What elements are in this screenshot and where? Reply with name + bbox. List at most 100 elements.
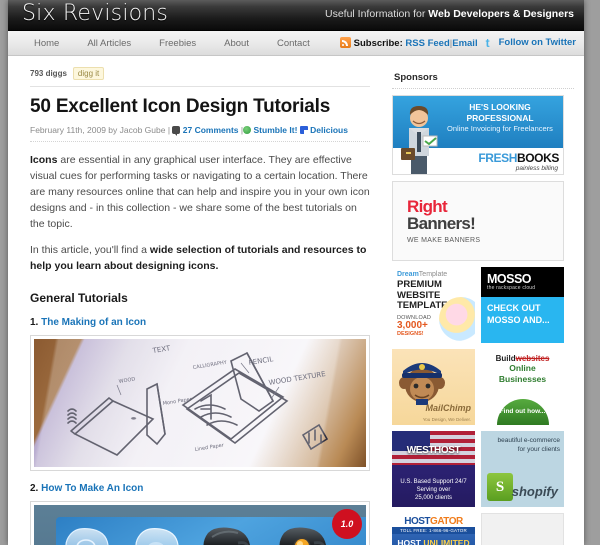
build-online-line1: Buildwebsites: [481, 354, 564, 363]
digg-it-button[interactable]: digg it: [72, 67, 105, 80]
tagline-plain: Useful Information for: [325, 8, 429, 20]
ad-mailchimp[interactable]: MailChimp You Design, We Deliver.: [392, 349, 475, 425]
shopify-line2: for your clients: [517, 446, 560, 453]
svg-text:TEXT: TEXT: [151, 344, 171, 355]
freshbooks-slogan: painless billing: [515, 165, 558, 172]
paragraph-1-rest: are essential in any graphical user inte…: [30, 154, 370, 230]
post-date-author: February 11th, 2009 by Jacob Gube |: [30, 125, 171, 135]
monkey-mascot-icon: [399, 363, 445, 405]
mosso-tagline: the rackspace cloud: [487, 285, 536, 291]
delicious-link[interactable]: Delicious: [310, 125, 348, 135]
sidebar-divider: [392, 88, 574, 89]
hostgator-offer-a: HOST: [397, 538, 424, 545]
comments-link[interactable]: 27 Comments: [183, 125, 239, 135]
ad-hostgator[interactable]: HOSTGATOR TOLL FREE: 1-866-96-GATOR HOST…: [392, 513, 475, 545]
hostgator-logo-host: HOST: [404, 516, 431, 527]
stumbleupon-icon: [243, 126, 252, 134]
car-keys-illustration: [65, 527, 326, 545]
ad-row-3: WESTHOST U.S. Based Support 24/7 Serving…: [392, 431, 574, 507]
ad-dream-template[interactable]: DreamTemplate PREMIUM WEBSITE TEMPLATES …: [392, 267, 475, 343]
twitter-icon[interactable]: t: [486, 37, 497, 49]
svg-text:Mono Paper: Mono Paper: [162, 396, 193, 407]
ad-row-2: MailChimp You Design, We Deliver. Buildw…: [392, 349, 574, 425]
build-online-strike: websites: [515, 354, 550, 363]
mailchimp-slogan: You Design, We Deliver.: [422, 417, 471, 422]
tutorial-item-2-thumbnail[interactable]: 1.0: [30, 501, 370, 545]
westhost-copy: U.S. Based Support 24/7 Serving over 25,…: [394, 478, 473, 502]
mailchimp-logo: MailChimp: [425, 403, 471, 413]
ad-build-online-businesses[interactable]: Buildwebsites Online Businesses Find out…: [481, 349, 564, 425]
tutorial-item-1-thumbnail[interactable]: TEXT PENCIL WOOD TEXTURE CALLIGRAPHY Lin…: [30, 335, 370, 471]
post-meta: February 11th, 2009 by Jacob Gube | 27 C…: [30, 125, 370, 136]
nav-item-home[interactable]: Home: [20, 31, 73, 55]
tutorial-item-2-title[interactable]: How To Make An Icon: [38, 483, 143, 494]
build-online-line2: Online: [509, 363, 536, 373]
westhost-line2: Serving over: [416, 487, 451, 493]
svg-text:WOOD TEXTURE: WOOD TEXTURE: [268, 370, 326, 387]
browser-page: Six Revisions Useful Information for Web…: [0, 0, 600, 545]
shopify-logo: shopify: [511, 484, 558, 499]
comment-icon: [172, 126, 181, 136]
dream-template-brand-a: Dream: [397, 271, 419, 278]
nav-links: Home All Articles Freebies About Contact: [20, 31, 324, 55]
nav-item-freebies[interactable]: Freebies: [145, 31, 210, 55]
site-masthead: Six Revisions Useful Information for Web…: [8, 0, 584, 31]
stumble-link[interactable]: Stumble It!: [254, 125, 298, 135]
nav-item-about[interactable]: About: [210, 31, 263, 55]
tutorial-item-2-heading[interactable]: 2. How To Make An Icon: [30, 483, 370, 494]
svg-text:WOOD: WOOD: [118, 376, 136, 385]
post-paragraph-2: In this article, you'll find a wide sele…: [30, 242, 370, 274]
rss-icon[interactable]: [339, 37, 351, 48]
build-online-line3: Businesses: [498, 374, 547, 384]
divider-meta: [30, 141, 370, 142]
ad-row-1: DreamTemplate PREMIUM WEBSITE TEMPLATES …: [392, 267, 574, 343]
email-subscribe-link[interactable]: Email: [452, 38, 477, 49]
subscribe-block: Subscribe: RSS Feed|Email: [339, 37, 478, 49]
businessman-illustration: [401, 106, 438, 174]
hostgator-offer-b: UNLIMITED: [423, 538, 470, 545]
paragraph-2-lead: In this article, you'll find a: [30, 244, 150, 256]
nav-item-contact[interactable]: Contact: [263, 31, 324, 55]
tutorial-item-1-heading[interactable]: 1. The Making of an Icon: [30, 317, 370, 328]
tagline-bold: Web Developers & Designers: [428, 8, 574, 20]
shopify-creative: beautiful e-commerce for your clients S …: [481, 431, 564, 507]
freshbooks-logo: FRESHBOOKS: [478, 151, 559, 165]
nav-subscribe-group: Subscribe: RSS Feed|Email t Follow on Twi…: [339, 37, 576, 49]
mosso-logo: MOSSO: [487, 272, 532, 286]
hostgator-creative: HOSTGATOR TOLL FREE: 1-866-96-GATOR HOST…: [392, 513, 475, 545]
nav-item-all-articles[interactable]: All Articles: [73, 31, 145, 55]
hostgator-offer: HOST UNLIMITEDWEB SITES!: [392, 534, 475, 545]
site-logo[interactable]: Six Revisions: [22, 1, 168, 26]
mailchimp-creative: MailChimp You Design, We Deliver.: [392, 349, 475, 425]
build-online-cta-button[interactable]: Find out how...: [496, 399, 549, 425]
westhost-logo: WESTHOST: [406, 445, 461, 456]
ad-right-banners[interactable]: Right Banners! WE MAKE BANNERS: [392, 181, 564, 261]
shopify-line1: beautiful e-commerce: [497, 437, 561, 444]
ad-advertise-here[interactable]: Advertise Here: [481, 513, 564, 545]
tutorial-item-1-title[interactable]: The Making of an Icon: [38, 317, 146, 328]
dream-template-creative: DreamTemplate PREMIUM WEBSITE TEMPLATES …: [392, 267, 475, 343]
main-column: 793 diggs digg it 50 Excellent Icon Desi…: [8, 56, 392, 545]
rss-feed-link[interactable]: RSS Feed: [405, 38, 449, 49]
advertise-here-label: Advertise Here: [481, 513, 564, 545]
mosso-logo-block: MOSSO the rackspace cloud: [481, 267, 564, 297]
sidebar: Sponsors HE'S LOOKING PROFESSIONAL Onlin…: [392, 56, 574, 545]
digg-count: 793 diggs: [30, 69, 67, 78]
hostgator-tollfree: TOLL FREE: 1-866-96-GATOR: [392, 527, 475, 534]
ad-shopify[interactable]: beautiful e-commerce for your clients S …: [481, 431, 564, 507]
page-title: 50 Excellent Icon Design Tutorials: [30, 96, 331, 117]
hostgator-logo-gator: GATOR: [430, 516, 463, 527]
ad-westhost[interactable]: WESTHOST U.S. Based Support 24/7 Serving…: [392, 431, 475, 507]
twitter-follow-link[interactable]: Follow on Twitter: [499, 37, 576, 48]
ad-freshbooks[interactable]: HE'S LOOKING PROFESSIONAL Online Invoici…: [392, 95, 564, 175]
paragraph-1-lead: Icons: [30, 154, 58, 166]
right-banners-tagline: WE MAKE BANNERS: [407, 237, 481, 244]
pencil-sketch-photo: TEXT PENCIL WOOD TEXTURE CALLIGRAPHY Lin…: [34, 339, 366, 467]
keys-canvas: [56, 517, 366, 545]
ad-mosso[interactable]: MOSSO the rackspace cloud CHECK OUT MOSS…: [481, 267, 564, 343]
site-tagline: Useful Information for Web Developers & …: [325, 8, 574, 20]
ad-row-4: HOSTGATOR TOLL FREE: 1-866-96-GATOR HOST…: [392, 513, 574, 545]
westhost-line1: U.S. Based Support 24/7: [400, 479, 467, 485]
freshbooks-logo-books: BOOKS: [516, 151, 559, 165]
dream-template-brand: DreamTemplate: [397, 271, 470, 278]
